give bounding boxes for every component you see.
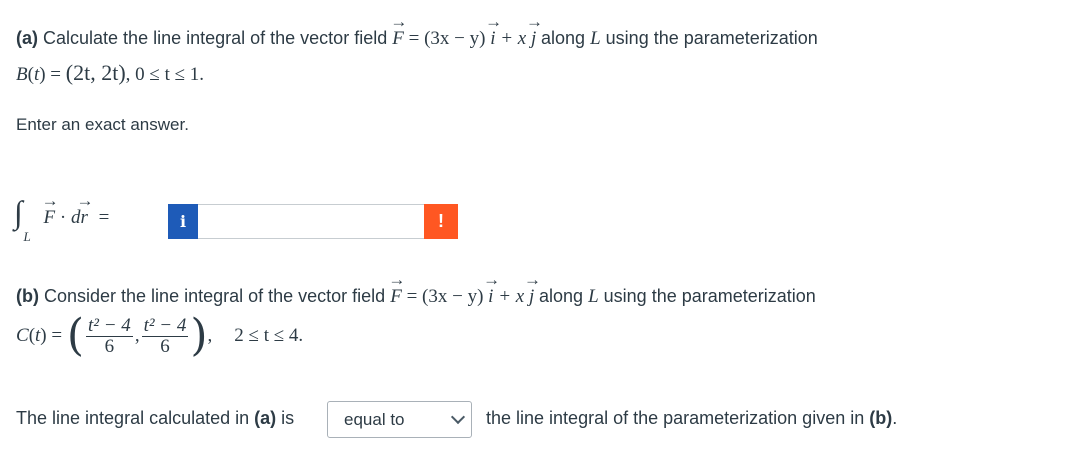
- comparison-ref-b: (b): [869, 408, 893, 428]
- part-b-parameterization: C(t) = ( t² − 4 6 , t² − 4 6 ), 2 ≤ t ≤ …: [16, 310, 304, 361]
- path-l-symbol: L: [590, 28, 601, 49]
- field-second-term: + x: [500, 28, 527, 49]
- vector-f-symbol-b: F: [390, 286, 402, 308]
- equals-sign-b: =: [406, 286, 418, 307]
- field-first-term-b: (3x − y): [422, 286, 484, 307]
- fraction-2: t² − 4 6: [141, 314, 189, 357]
- part-a-label: (a): [16, 28, 38, 48]
- instruction-text: Enter an exact answer.: [16, 115, 189, 134]
- comparison-period: .: [892, 408, 898, 428]
- fraction-1: t² − 4 6: [86, 314, 133, 357]
- comparison-prefix: The line integral calculated in: [16, 408, 250, 428]
- part-b-suffix: using the parameterization: [603, 286, 816, 306]
- field-second-term-b: + x: [498, 286, 525, 307]
- warning-icon[interactable]: !: [424, 204, 458, 239]
- integral-f-symbol: F: [44, 207, 56, 229]
- line-integral-expression: ∫ L F · dr =: [14, 194, 110, 244]
- comparison-is: is: [281, 408, 295, 428]
- vector-j-symbol: j: [531, 28, 536, 50]
- comparison-prefix-group: The line integral calculated in (a) is: [16, 408, 294, 429]
- fraction-2-numerator: t² − 4: [141, 314, 189, 337]
- integral-equals: =: [98, 207, 110, 228]
- vector-r-symbol: r: [80, 207, 87, 229]
- vector-f-symbol: F: [392, 28, 404, 50]
- fraction-2-denominator: 6: [160, 335, 170, 357]
- param-b-name: B: [16, 64, 28, 85]
- equals-sign: =: [408, 28, 420, 49]
- comparison-suffix: the line integral of the parameterizatio…: [486, 408, 865, 428]
- chevron-down-icon: [450, 409, 466, 425]
- comparison-selected-value: equal to: [344, 409, 405, 429]
- vector-i-symbol: i: [490, 28, 495, 50]
- param-c-range: 2 ≤ t ≤ 4.: [234, 325, 304, 346]
- answer-input[interactable]: [198, 204, 424, 239]
- dot-operator: ·: [59, 207, 67, 228]
- part-a-prefix: Calculate the line integral of the vecto…: [43, 28, 388, 48]
- comparison-ref-a: (a): [254, 408, 277, 428]
- along-text-b: along: [539, 286, 584, 306]
- integral-symbol: ∫: [14, 194, 23, 230]
- param-b-range: 0 ≤ t ≤ 1.: [135, 64, 205, 85]
- part-b-statement: (b) Consider the line integral of the ve…: [16, 286, 816, 308]
- param-c-name: C: [16, 325, 29, 346]
- info-button[interactable]: i: [168, 204, 198, 239]
- part-a-parameterization: B(t) = (2t, 2t), 0 ≤ t ≤ 1.: [16, 60, 205, 85]
- path-l-symbol-b: L: [588, 286, 599, 307]
- differential-d: d: [70, 207, 81, 228]
- vector-j-symbol-b: j: [529, 286, 534, 308]
- comparison-select[interactable]: equal to: [327, 401, 472, 438]
- comparison-suffix-group: the line integral of the parameterizatio…: [486, 408, 897, 429]
- part-b-label: (b): [16, 286, 39, 306]
- part-a-suffix: using the parameterization: [605, 28, 818, 48]
- along-text: along: [541, 28, 586, 48]
- param-b-value: (2t, 2t): [65, 60, 126, 85]
- integral-subscript: L: [23, 229, 31, 244]
- vector-i-symbol-b: i: [488, 286, 493, 308]
- part-a-statement: (a) Calculate the line integral of the v…: [16, 28, 818, 50]
- part-b-prefix: Consider the line integral of the vector…: [44, 286, 386, 306]
- field-first-term: (3x − y): [424, 28, 486, 49]
- fraction-1-denominator: 6: [104, 335, 115, 357]
- fraction-1-numerator: t² − 4: [86, 314, 133, 337]
